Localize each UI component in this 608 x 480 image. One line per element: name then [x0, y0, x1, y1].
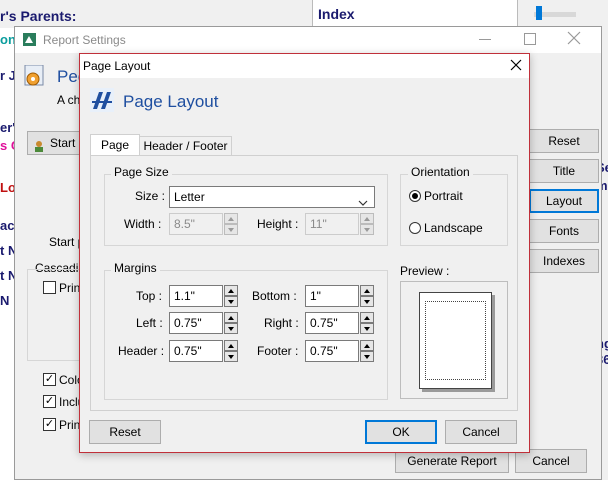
header-margin-label: Header :: [118, 344, 165, 358]
title-side-button[interactable]: Title: [529, 159, 599, 183]
slider-thumb[interactable]: [536, 6, 542, 20]
chevron-down-icon: [358, 193, 368, 206]
width-field[interactable]: 8.5": [169, 213, 223, 235]
report-settings-titlebar[interactable]: Report Settings: [15, 27, 601, 53]
print2-label: Prin: [59, 418, 81, 432]
orientation-group: [400, 174, 508, 246]
close-icon[interactable]: [510, 59, 522, 71]
start-button[interactable]: Start: [27, 131, 87, 155]
index-label: Index: [318, 6, 355, 22]
app-icon: [23, 33, 36, 46]
parents-text: r's Parents:: [0, 8, 77, 24]
report-settings-title: Report Settings: [43, 33, 126, 47]
dialog-title: Page Layout: [83, 59, 151, 73]
maximize-icon[interactable]: [524, 33, 536, 45]
left-margin-stepper[interactable]: [224, 312, 238, 334]
page-layout-dialog: Page Layout Page Layout Page Header / Fo…: [79, 53, 530, 453]
portrait-radio[interactable]: [409, 190, 421, 202]
page-size-group: [104, 174, 388, 246]
print2-checkbox[interactable]: ✓: [43, 418, 56, 431]
orientation-group-label: Orientation: [408, 165, 473, 179]
page-layout-logo-icon: [90, 88, 114, 112]
right-margin-stepper[interactable]: [360, 312, 374, 334]
bottom-margin-stepper[interactable]: [360, 285, 374, 307]
width-label: Width :: [124, 217, 162, 231]
left-fragment: ac: [0, 218, 15, 233]
landscape-label: Landscape: [424, 221, 483, 235]
include-checkbox[interactable]: ✓: [43, 395, 56, 408]
size-dropdown[interactable]: Letter: [169, 186, 375, 208]
preview-label: Preview :: [400, 264, 450, 278]
cancel-button[interactable]: Cancel: [445, 420, 517, 444]
width-stepper[interactable]: [224, 213, 238, 235]
print-label: Prin: [59, 281, 81, 295]
tab-header-footer[interactable]: Header / Footer: [140, 136, 232, 156]
tab-panel: Page Size Size : Letter Width : 8.5" Hei…: [90, 155, 518, 411]
layout-side-button[interactable]: Layout: [529, 189, 599, 213]
tab-page[interactable]: Page: [90, 134, 140, 156]
footer-margin-stepper[interactable]: [360, 340, 374, 362]
ok-button[interactable]: OK: [365, 420, 437, 444]
preview-page: [419, 292, 492, 389]
top-margin-label: Top :: [136, 289, 163, 303]
fonts-side-button[interactable]: Fonts: [529, 219, 599, 243]
reset-button[interactable]: Reset: [89, 420, 161, 444]
height-stepper[interactable]: [360, 213, 374, 235]
index-panel[interactable]: Index: [312, 0, 518, 26]
report-settings-subheading: A ch: [57, 93, 81, 107]
left-fragment: N: [0, 293, 10, 308]
top-margin-stepper[interactable]: [224, 285, 238, 307]
preview-margin-outline: [425, 301, 486, 380]
left-margin-field[interactable]: 0.75": [169, 312, 223, 334]
landscape-radio[interactable]: [409, 222, 421, 234]
right-margin-field[interactable]: 0.75": [305, 312, 359, 334]
header-margin-field[interactable]: 0.75": [169, 340, 223, 362]
margins-group-label: Margins: [111, 261, 160, 275]
close-icon[interactable]: [567, 31, 581, 45]
page-size-group-label: Page Size: [111, 165, 172, 179]
settings-gear-icon: [23, 64, 47, 89]
left-margin-label: Left :: [136, 316, 163, 330]
preview-box: [400, 281, 508, 399]
print-checkbox[interactable]: [43, 281, 56, 294]
minimize-icon[interactable]: [479, 39, 491, 40]
bottom-margin-field[interactable]: 1": [305, 285, 359, 307]
person-icon: [33, 137, 45, 152]
footer-margin-field[interactable]: 0.75": [305, 340, 359, 362]
dialog-titlebar[interactable]: Page Layout: [80, 54, 529, 78]
top-margin-field[interactable]: 1.1": [169, 285, 223, 307]
size-label: Size :: [135, 189, 166, 203]
height-label: Height :: [257, 217, 299, 231]
height-field[interactable]: 11": [305, 213, 359, 235]
indexes-side-button[interactable]: Indexes: [529, 249, 599, 273]
dialog-header-title: Page Layout: [123, 92, 219, 111]
bottom-margin-label: Bottom :: [252, 289, 297, 303]
color-checkbox[interactable]: ✓: [43, 373, 56, 386]
portrait-label: Portrait: [424, 189, 463, 203]
reset-side-button[interactable]: Reset: [529, 129, 599, 153]
footer-margin-label: Footer :: [257, 344, 299, 358]
right-margin-label: Right :: [264, 316, 299, 330]
header-margin-stepper[interactable]: [224, 340, 238, 362]
